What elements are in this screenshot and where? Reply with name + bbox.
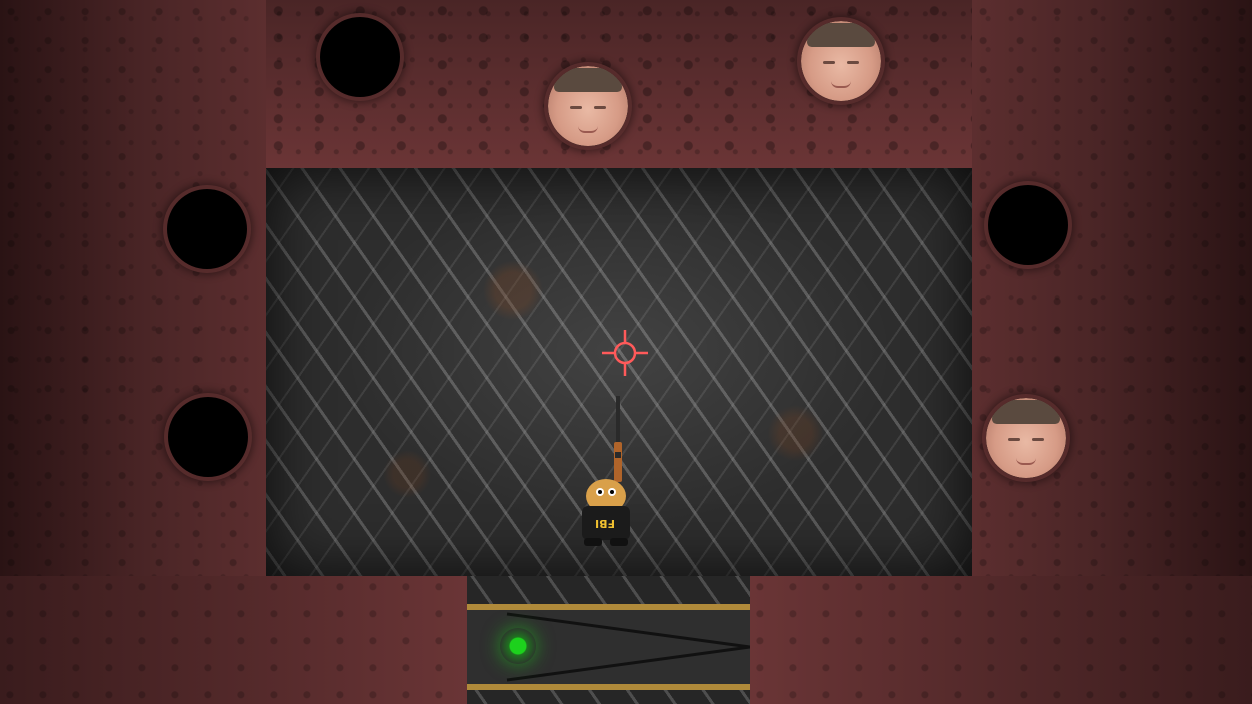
spawn-hole-left-upper [167,189,247,269]
wall-right [972,0,1252,576]
enemy-face[interactable] [986,398,1066,478]
wall-bottom-right [750,576,1252,704]
spawn-hole-right-upper [988,185,1068,265]
player-vest-label: FBI [595,517,615,530]
spawn-hole-right-lower[interactable] [986,398,1066,478]
shotgun-icon [614,396,622,482]
crosshair-icon [602,330,648,376]
enemy-face[interactable] [548,66,628,146]
exit-green-light[interactable] [500,628,536,664]
spawn-hole-top-left [320,17,400,97]
spawn-hole-top-center[interactable] [548,66,628,146]
wall-bottom-left [0,576,467,704]
spawn-hole-left-lower [168,397,248,477]
spawn-hole-top-right[interactable] [801,21,881,101]
enemy-face[interactable] [801,21,881,101]
wall-left [0,0,266,576]
